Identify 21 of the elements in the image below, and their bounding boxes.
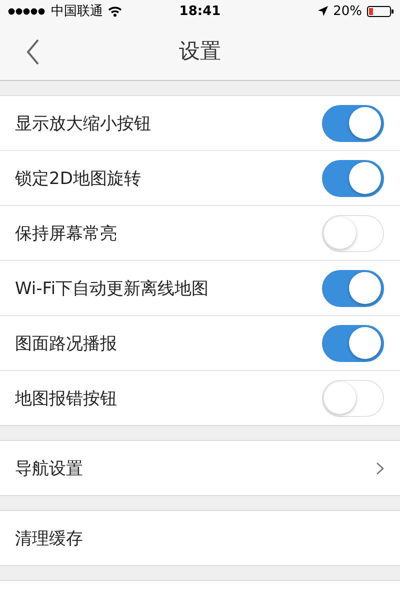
chevron-right-icon [376, 462, 384, 474]
setting-label: 地图报错按钮 [15, 388, 117, 410]
menu-item-label[interactable]: 导航设置 [15, 456, 83, 480]
battery-icon [367, 6, 394, 16]
toggle-switch[interactable] [322, 270, 384, 306]
setting-label: Wi-Fi下自动更新离线地图 [15, 278, 209, 300]
signal-icon [8, 8, 46, 14]
setting-label: 保持屏幕常亮 [15, 222, 117, 244]
wifi-icon [108, 6, 122, 16]
setting-label: 图面路况播报 [15, 332, 117, 354]
page-title: 设置 [179, 38, 221, 65]
battery-percentage: 20% [333, 4, 362, 18]
setting-label: 锁定2D地图旋转 [15, 168, 141, 190]
toggle-switch[interactable] [322, 160, 384, 196]
action-label[interactable]: 清理缓存 [15, 526, 83, 550]
toggle-switch[interactable] [322, 104, 384, 142]
toggle-switch[interactable] [322, 324, 384, 362]
status-time: 18:41 [179, 4, 221, 18]
setting-label: 显示放大缩小按钮 [15, 112, 151, 134]
location-arrow-icon [318, 6, 328, 16]
carrier-name: 中国联通 [51, 3, 103, 20]
